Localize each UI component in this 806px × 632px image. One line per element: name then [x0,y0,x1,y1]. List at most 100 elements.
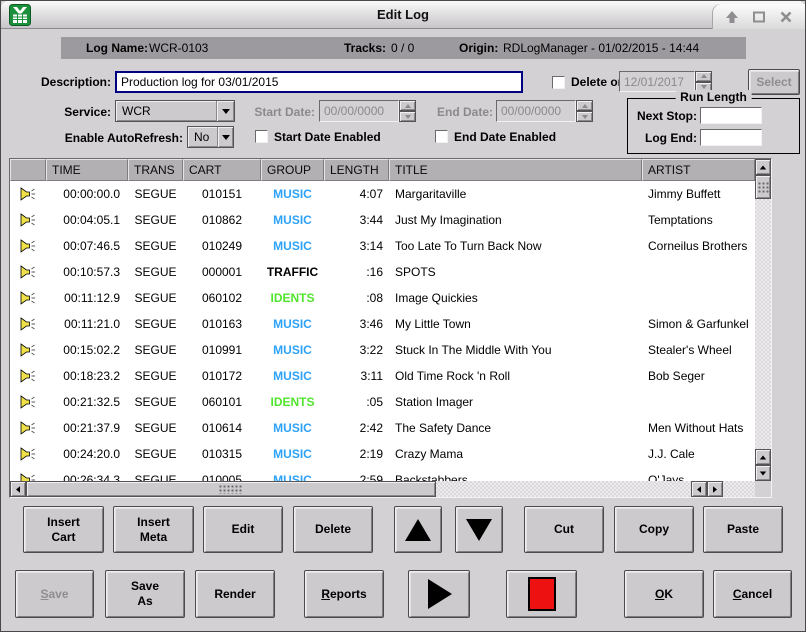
delete-on-checkbox[interactable] [552,76,565,89]
cell-time: 00:26:34.3 [46,467,128,481]
cell-length: 3:22 [324,337,389,363]
end-date-field[interactable] [496,100,576,122]
shade-icon[interactable] [724,9,740,25]
tracks-value: 0 / 0 [391,37,414,59]
table-row[interactable]: 00:21:37.9 SEGUE 010614 MUSIC 2:42 The S… [10,415,755,441]
delete-date-field[interactable] [619,71,695,92]
table-row[interactable]: 00:26:34.3 SEGUE 010005 MUSIC 2:59 Backs… [10,467,755,481]
start-date-field[interactable] [319,100,399,122]
maximize-icon[interactable] [751,9,767,25]
chevron-down-icon [222,109,230,114]
play-button[interactable] [408,570,470,618]
cell-length: 4:07 [324,181,389,207]
cell-artist: O'Jays [642,467,755,481]
cell-group: MUSIC [261,337,324,363]
log-name-value: WCR-0103 [149,37,208,59]
ok-button[interactable]: OK [624,570,704,618]
col-length[interactable]: LENGTH [324,159,389,181]
autorefresh-combobox[interactable]: No [187,126,234,148]
vertical-scroll-thumb[interactable] [755,175,771,199]
stop-button[interactable] [506,570,577,618]
speaker-icon [20,472,37,481]
save-button[interactable]: Save [15,570,94,618]
speaker-icon [20,446,37,462]
speaker-icon [20,186,37,202]
cell-cart: 010862 [183,207,261,233]
table-row[interactable]: 00:10:57.3 SEGUE 000001 TRAFFIC :16 SPOT… [10,259,755,285]
cell-title: Old Time Rock 'n Roll [389,363,642,389]
scroll-up-button[interactable] [755,159,771,175]
cell-artist: Simon & Garfunkel [642,311,755,337]
move-down-button[interactable] [455,506,503,553]
cell-title: Too Late To Turn Back Now [389,233,642,259]
table-row[interactable]: 00:04:05.1 SEGUE 010862 MUSIC 3:44 Just … [10,207,755,233]
col-cart[interactable]: CART [183,159,261,181]
delete-button[interactable]: Delete [293,506,373,553]
cell-artist [642,259,755,285]
col-trans[interactable]: TRANS [128,159,183,181]
cut-button[interactable]: Cut [524,506,604,553]
cell-cart: 010614 [183,415,261,441]
speaker-icon [20,290,37,306]
scroll-down-button[interactable] [755,465,771,481]
speaker-icon [20,368,37,384]
horizontal-scrollbar[interactable] [10,481,755,497]
cell-time: 00:24:20.0 [46,441,128,467]
col-group[interactable]: GROUP [261,159,324,181]
cell-cart: 010163 [183,311,261,337]
speaker-icon [20,342,37,358]
reports-button[interactable]: Reports [304,570,384,618]
end-date-spinner[interactable] [576,100,593,122]
paste-button[interactable]: Paste [703,506,783,553]
table-row[interactable]: 00:00:00.0 SEGUE 010151 MUSIC 4:07 Marga… [10,181,755,207]
close-icon[interactable] [778,9,794,25]
table-row[interactable]: 00:21:32.5 SEGUE 060101 IDENTS :05 Stati… [10,389,755,415]
cell-length: :08 [324,285,389,311]
edit-button[interactable]: Edit [203,506,283,553]
start-date-spinner[interactable] [399,100,416,122]
scroll-right-button[interactable] [707,481,723,497]
service-combobox[interactable]: WCR [115,100,235,122]
end-date-enabled-checkbox[interactable] [435,130,448,143]
delete-date-spinner[interactable] [695,71,712,92]
scroll-left-button-2[interactable] [691,481,707,497]
save-as-button[interactable]: Save As [105,570,185,618]
cell-time: 00:00:00.0 [46,181,128,207]
col-title[interactable]: TITLE [389,159,642,181]
render-button[interactable]: Render [195,570,275,618]
table-row[interactable]: 00:11:21.0 SEGUE 010163 MUSIC 3:46 My Li… [10,311,755,337]
insert-cart-button[interactable]: Insert Cart [23,506,104,553]
scroll-left-button[interactable] [10,481,26,497]
cell-artist: J.J. Cale [642,441,755,467]
col-time[interactable]: TIME [46,159,128,181]
table-row[interactable]: 00:15:02.2 SEGUE 010991 MUSIC 3:22 Stuck… [10,337,755,363]
vertical-scrollbar[interactable] [755,159,771,481]
scroll-up-button-2[interactable] [755,449,771,465]
next-stop-field[interactable] [700,107,762,124]
cell-group: MUSIC [261,207,324,233]
description-input[interactable] [115,71,523,93]
cell-length: 2:42 [324,415,389,441]
cell-cart: 000001 [183,259,261,285]
cancel-button[interactable]: Cancel [713,570,792,618]
horizontal-scroll-thumb[interactable] [26,481,436,497]
table-row[interactable]: 00:07:46.5 SEGUE 010249 MUSIC 3:14 Too L… [10,233,755,259]
speaker-icon [20,420,37,436]
triangle-down-icon [464,517,494,543]
table-row[interactable]: 00:24:20.0 SEGUE 010315 MUSIC 2:19 Crazy… [10,441,755,467]
cell-artist [642,389,755,415]
cell-artist: Men Without Hats [642,415,755,441]
log-end-field[interactable] [700,129,762,146]
select-button[interactable]: Select [748,69,800,95]
cell-length: :16 [324,259,389,285]
cell-title: Backstabbers [389,467,642,481]
move-up-button[interactable] [394,506,442,553]
start-date-enabled-checkbox[interactable] [255,130,268,143]
log-info-strip: Log Name: WCR-0103 Tracks: 0 / 0 Origin:… [61,37,746,59]
col-artist[interactable]: ARTIST [642,159,755,181]
col-icon[interactable] [10,159,46,181]
table-row[interactable]: 00:18:23.2 SEGUE 010172 MUSIC 3:11 Old T… [10,363,755,389]
insert-meta-button[interactable]: Insert Meta [113,506,194,553]
table-row[interactable]: 00:11:12.9 SEGUE 060102 IDENTS :08 Image… [10,285,755,311]
copy-button[interactable]: Copy [614,506,694,553]
